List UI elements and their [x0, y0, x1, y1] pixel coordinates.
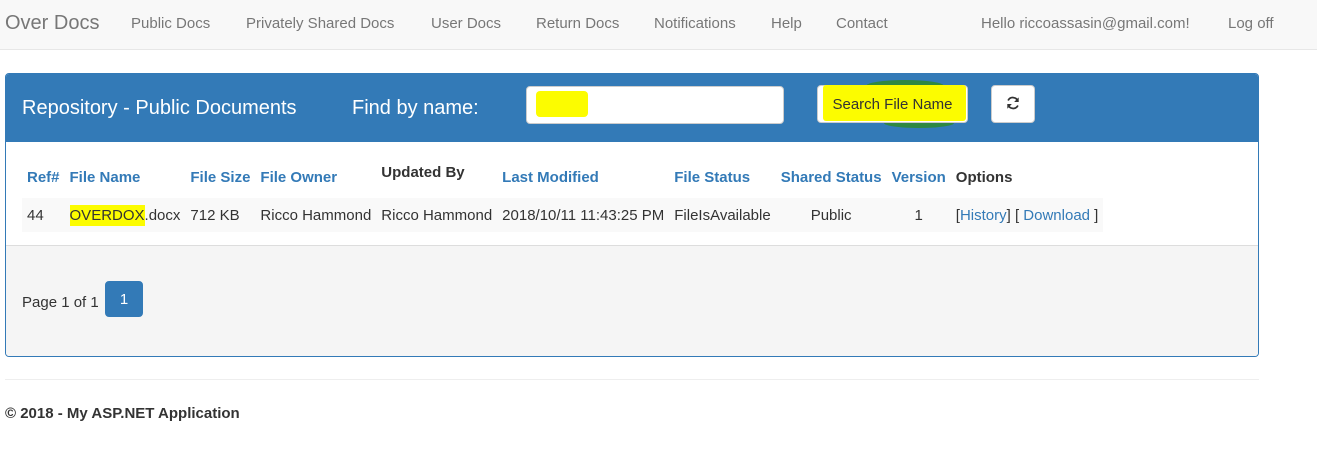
table-header-row: Ref# File Name File Size File Owner Upda…: [22, 162, 1103, 192]
nav-privately-shared-docs[interactable]: Privately Shared Docs: [246, 15, 394, 32]
brand-link[interactable]: Over Docs: [5, 12, 99, 35]
refresh-button[interactable]: [991, 85, 1035, 123]
panel-title: Repository - Public Documents: [22, 97, 297, 119]
history-link[interactable]: History: [960, 207, 1007, 224]
nav-user-greeting[interactable]: Hello riccoassasin@gmail.com!: [981, 15, 1190, 32]
nav-return-docs[interactable]: Return Docs: [536, 15, 619, 32]
nav-notifications[interactable]: Notifications: [654, 15, 736, 32]
cell-shared-status: Public: [775, 198, 887, 232]
cell-file-owner: Ricco Hammond: [255, 198, 377, 232]
file-name-extension: .docx: [144, 206, 181, 224]
cell-file-status: FileIsAvailable: [669, 198, 776, 232]
copyright-text: © 2018 - My ASP.NET Application: [5, 405, 240, 422]
cell-file-size: 712 KB: [185, 198, 256, 232]
header-file-size[interactable]: File Size: [185, 162, 255, 192]
header-version[interactable]: Version: [887, 162, 951, 192]
documents-table: Ref# File Name File Size File Owner Upda…: [22, 162, 1104, 232]
header-file-status[interactable]: File Status: [669, 162, 775, 192]
nav-public-docs[interactable]: Public Docs: [131, 15, 210, 32]
nav-help[interactable]: Help: [771, 15, 802, 32]
page-1-button[interactable]: 1: [105, 281, 143, 317]
nav-contact[interactable]: Contact: [836, 15, 888, 32]
cell-version: 1: [886, 198, 951, 232]
footer-divider: [5, 379, 1259, 380]
cell-file-name: OVERDOX.docx: [64, 198, 186, 232]
header-ref[interactable]: Ref#: [22, 162, 65, 192]
page-info: Page 1 of 1: [22, 294, 99, 311]
panel-footer: Page 1 of 1 1: [6, 245, 1258, 356]
header-shared-status[interactable]: Shared Status: [776, 162, 887, 192]
search-button-label: Search File Name: [832, 95, 953, 113]
cell-options: [History] [ Download ]: [950, 198, 1104, 232]
search-file-name-button[interactable]: Search File Name: [817, 85, 968, 123]
refresh-icon: [1006, 96, 1020, 113]
search-input[interactable]: [526, 86, 784, 124]
cell-last-modified: 2018/10/11 11:43:25 PM: [497, 198, 670, 232]
repository-panel: Repository - Public Documents Find by na…: [5, 73, 1259, 357]
cell-updated-by: Ricco Hammond: [376, 198, 498, 232]
header-file-owner[interactable]: File Owner: [255, 162, 376, 192]
panel-heading: Repository - Public Documents Find by na…: [6, 74, 1258, 142]
file-name-highlight: OVERDOX: [69, 204, 145, 226]
cell-ref: 44: [22, 198, 65, 232]
header-options: Options: [955, 168, 1013, 186]
table-row: 44 OVERDOX.docx 712 KB Ricco Hammond Ric…: [22, 198, 1104, 232]
find-by-name-label: Find by name:: [352, 97, 479, 119]
header-last-modified[interactable]: Last Modified: [497, 162, 669, 192]
top-navbar: Over Docs Public Docs Privately Shared D…: [0, 0, 1317, 50]
nav-log-off[interactable]: Log off: [1228, 15, 1274, 32]
download-link[interactable]: Download: [1023, 207, 1090, 224]
header-file-name[interactable]: File Name: [65, 162, 186, 192]
header-updated-by: Updated By: [381, 164, 465, 181]
nav-user-docs[interactable]: User Docs: [431, 15, 501, 32]
